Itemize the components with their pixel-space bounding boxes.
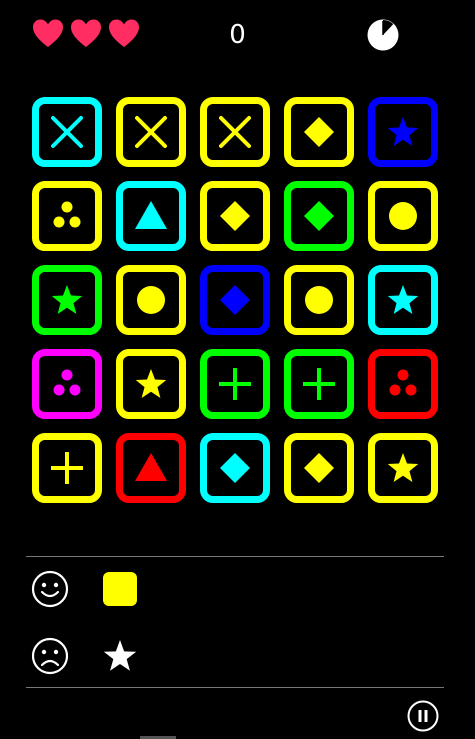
triangle-icon [135, 201, 167, 229]
star-icon [387, 117, 419, 146]
tile-red-dots[interactable] [368, 349, 438, 419]
star-icon [387, 453, 419, 482]
triangle-icon [135, 453, 167, 481]
tile-blue-diamond[interactable] [200, 265, 270, 335]
good-rule [30, 569, 150, 609]
tile-yellow-dots[interactable] [32, 181, 102, 251]
score: 0 [229, 20, 246, 50]
smiley-face-icon [31, 570, 69, 608]
tile-green-plus[interactable] [284, 349, 354, 419]
tile-cyan-x[interactable] [32, 97, 102, 167]
star-icon [387, 285, 419, 314]
x-icon [219, 116, 251, 148]
circle-icon [305, 286, 333, 314]
tile-cyan-triangle[interactable] [116, 181, 186, 251]
bad-rule [30, 636, 150, 676]
plus-icon [219, 368, 251, 400]
tile-yellow-diamond[interactable] [284, 97, 354, 167]
x-icon [135, 116, 167, 148]
tile-yellow-circle[interactable] [116, 265, 186, 335]
hud: 0 [0, 0, 475, 70]
tile-yellow-circle[interactable] [284, 265, 354, 335]
pause-icon[interactable] [407, 700, 439, 732]
diamond-icon [220, 201, 250, 231]
diamond-icon [304, 117, 334, 147]
tile-green-diamond[interactable] [284, 181, 354, 251]
game-board [32, 97, 438, 503]
timer-icon [367, 19, 399, 51]
circle-icon [389, 202, 417, 230]
tile-cyan-star[interactable] [368, 265, 438, 335]
tile-yellow-x[interactable] [116, 97, 186, 167]
tile-yellow-plus[interactable] [32, 433, 102, 503]
diamond-icon [304, 201, 334, 231]
tile-cyan-diamond[interactable] [200, 433, 270, 503]
plus-icon [51, 452, 83, 484]
tile-green-star[interactable] [32, 265, 102, 335]
tile-yellow-circle[interactable] [368, 181, 438, 251]
diamond-icon [304, 453, 334, 483]
divider [26, 687, 444, 688]
diamond-icon [220, 453, 250, 483]
tile-red-triangle[interactable] [116, 433, 186, 503]
star-icon [135, 369, 167, 398]
circle-icon [137, 286, 165, 314]
tile-yellow-x[interactable] [200, 97, 270, 167]
tile-yellow-diamond[interactable] [200, 181, 270, 251]
dots-icon [53, 369, 81, 396]
tile-yellow-diamond[interactable] [284, 433, 354, 503]
divider [26, 556, 444, 557]
tile-blue-star[interactable] [368, 97, 438, 167]
tile-yellow-star[interactable] [116, 349, 186, 419]
dots-icon [389, 369, 417, 396]
dots-icon [53, 201, 81, 228]
diamond-icon [220, 285, 250, 315]
sad-face-icon [31, 637, 69, 675]
yellow-square-indicator [103, 572, 137, 606]
tile-yellow-star[interactable] [368, 433, 438, 503]
tile-green-plus[interactable] [200, 349, 270, 419]
star-icon [51, 285, 83, 314]
plus-icon [303, 368, 335, 400]
tile-magenta-dots[interactable] [32, 349, 102, 419]
x-icon [51, 116, 83, 148]
white-star-indicator [103, 640, 137, 671]
